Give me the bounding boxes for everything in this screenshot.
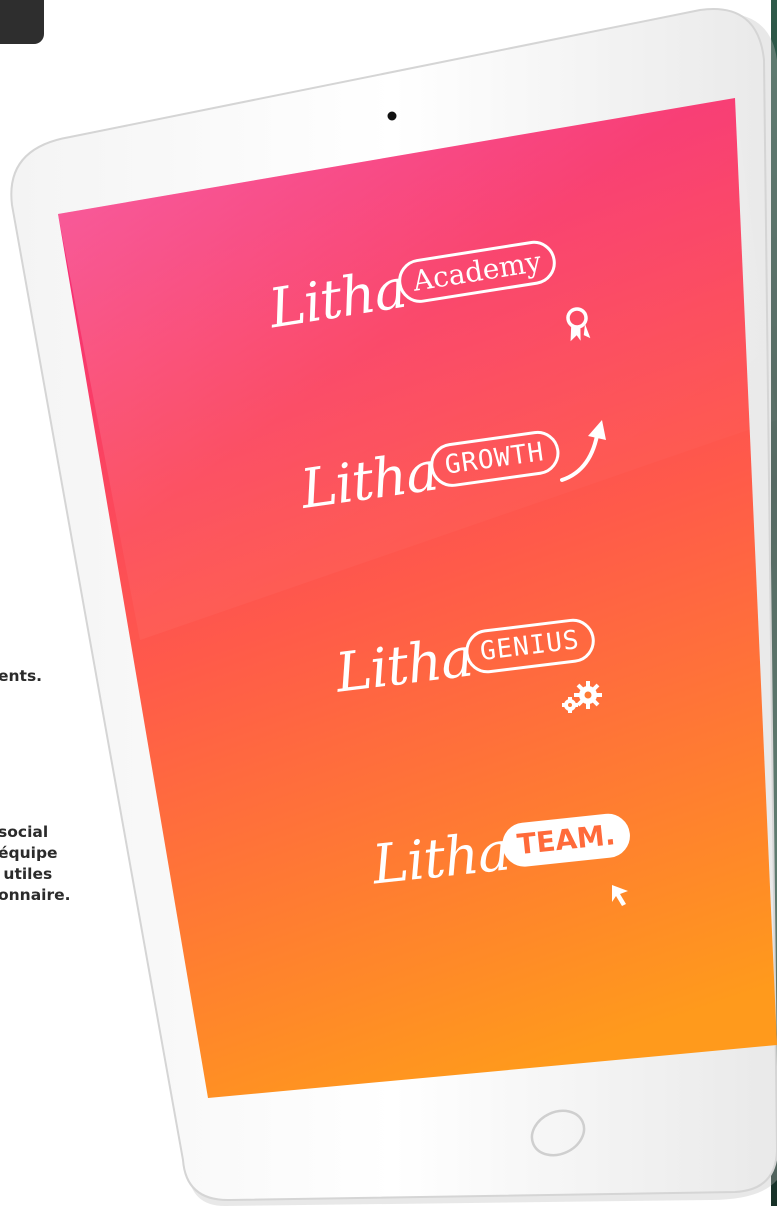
logo-label: GROWTH [427, 428, 563, 490]
front-camera-icon [387, 111, 397, 121]
tablet-device: LithaAcademy LithaGROWTH Litha GENIUS Lit… [0, 0, 777, 1206]
logo-label: GENIUS [462, 616, 598, 676]
logo-label: TEAM. [500, 811, 633, 869]
page-stage: ents. social équipe utiles onnaire. Lith… [0, 0, 777, 1206]
tablet-frame [10, 8, 777, 1206]
